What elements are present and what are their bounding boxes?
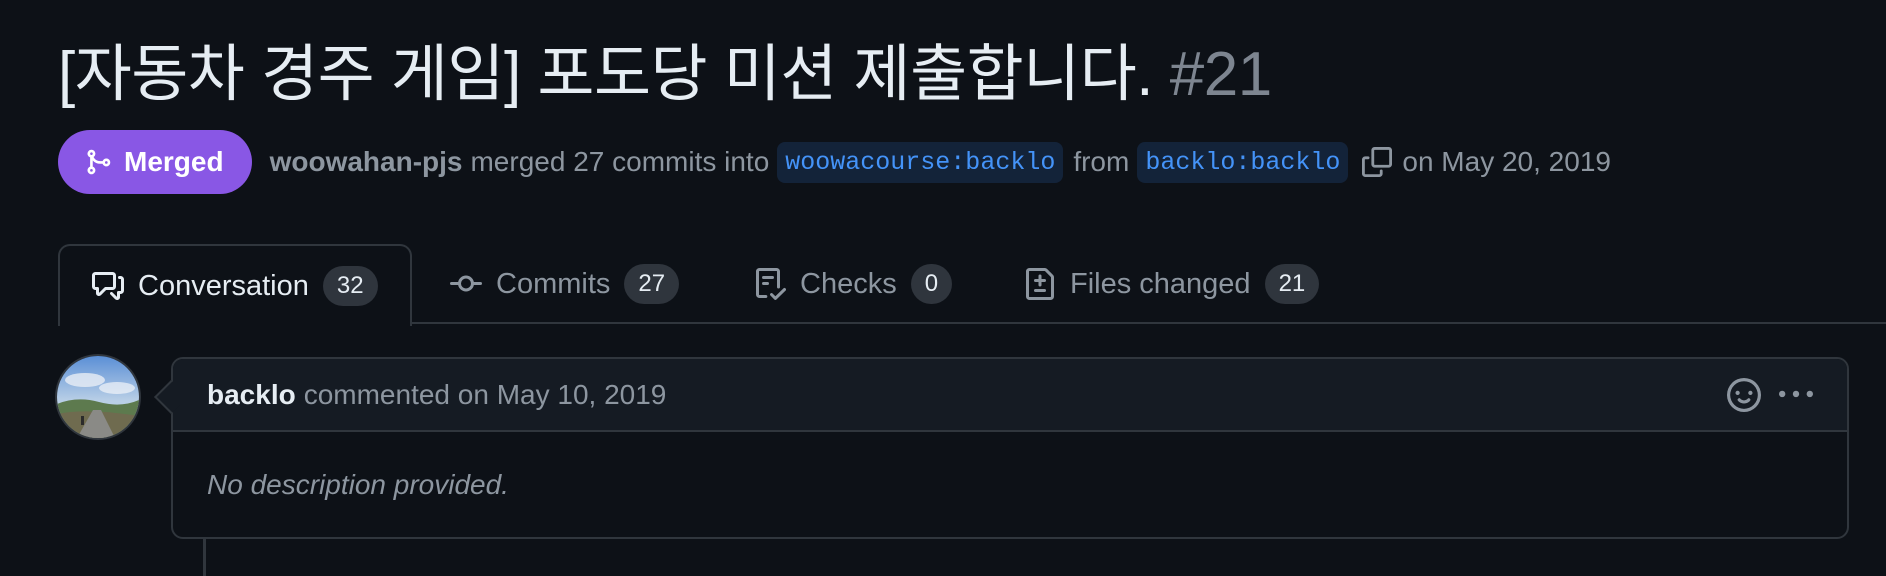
merged-status-badge: Merged bbox=[58, 130, 252, 194]
pull-request-page: [자동차 경주 게임] 포도당 미션 제출합니다. #21 Merged woo… bbox=[0, 0, 1886, 576]
merge-from-text: from bbox=[1073, 146, 1130, 177]
kebab-horizontal-icon[interactable] bbox=[1779, 378, 1813, 412]
pr-title: [자동차 경주 게임] 포도당 미션 제출합니다. bbox=[58, 40, 1154, 109]
tab-label: Conversation bbox=[138, 269, 309, 302]
tab-checks[interactable]: Checks 0 bbox=[754, 244, 953, 324]
file-diff-icon bbox=[1026, 268, 1054, 300]
tab-files-changed[interactable]: Files changed 21 bbox=[1024, 244, 1320, 324]
merge-date: on May 20, 2019 bbox=[1402, 146, 1611, 177]
tab-label: Checks bbox=[800, 267, 897, 300]
copy-icon[interactable] bbox=[1362, 147, 1393, 177]
git-commit-icon bbox=[450, 275, 482, 292]
tab-counter: 0 bbox=[910, 264, 953, 304]
merger-link[interactable]: woowahan-pjs bbox=[270, 146, 463, 178]
tab-commits[interactable]: Commits 27 bbox=[450, 244, 680, 324]
avatar[interactable] bbox=[57, 356, 139, 438]
pr-number: #21 bbox=[1169, 40, 1272, 109]
avatar-landscape-image bbox=[57, 356, 139, 438]
base-branch-link[interactable]: woowacourse:backlo bbox=[777, 141, 1064, 183]
tab-label: Commits bbox=[496, 267, 611, 300]
comment-pointer bbox=[154, 380, 188, 414]
checklist-icon bbox=[756, 268, 786, 300]
head-branch-link[interactable]: backlo:backlo bbox=[1137, 141, 1349, 183]
merge-description: merged 27 commits into bbox=[470, 146, 770, 177]
comment-body: No description provided. bbox=[207, 468, 509, 500]
tab-conversation[interactable]: Conversation 32 bbox=[58, 244, 412, 326]
tab-label: Files changed bbox=[1070, 267, 1251, 300]
comment-box: backlo commented on May 10, 2019 No desc… bbox=[154, 357, 1849, 539]
comment-timestamp[interactable]: commented on May 10, 2019 bbox=[304, 379, 667, 411]
pr-meta: Merged woowahan-pjs merged 27 commits in… bbox=[58, 130, 1611, 194]
comment-actions bbox=[1727, 359, 1813, 430]
tab-counter: 32 bbox=[322, 266, 378, 306]
comment-header: backlo commented on May 10, 2019 bbox=[154, 359, 1847, 432]
comment-discussion-icon bbox=[92, 272, 124, 300]
smiley-icon[interactable] bbox=[1727, 377, 1761, 412]
timeline-connector bbox=[203, 539, 206, 576]
git-merge-icon bbox=[87, 149, 111, 175]
pr-tabs: Conversation 32 Commits 27 Checks 0 File… bbox=[58, 244, 1886, 326]
tab-counter: 27 bbox=[624, 264, 680, 304]
comment-author-link[interactable]: backlo bbox=[207, 379, 296, 411]
page-title: [자동차 경주 게임] 포도당 미션 제출합니다. #21 bbox=[58, 34, 1272, 116]
merged-status-label: Merged bbox=[124, 146, 224, 177]
tab-counter: 21 bbox=[1264, 264, 1320, 304]
